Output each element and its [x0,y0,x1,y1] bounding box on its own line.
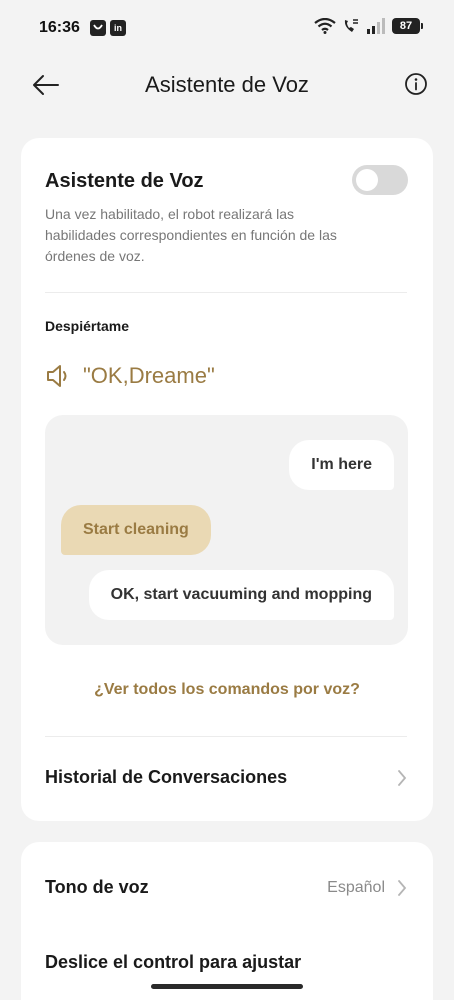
app-header: Asistente de Voz [0,58,454,114]
status-indicators: 87 [314,18,423,34]
info-button[interactable] [404,72,428,96]
voice-assistant-title: Asistente de Voz [45,170,204,192]
wake-phrase: "OK,Dreame" [83,363,215,388]
voice-tone-value: Español [327,879,385,896]
voice-assistant-card: Asistente de Voz Una vez habilitado, el … [21,138,433,821]
voice-tone-label: Tono de voz [45,877,149,897]
status-bar: 16:36 in 87 [0,0,454,58]
notification-app-icon [90,20,106,36]
wake-label: Despiértame [45,318,130,334]
conversation-history-row[interactable]: Historial de Conversaciones [21,748,433,808]
voice-assistant-toggle[interactable] [352,165,408,195]
divider [45,736,407,737]
toggle-knob [356,169,378,191]
linkedin-icon: in [110,20,126,36]
info-icon [405,73,427,95]
voice-assistant-description: Una vez habilitado, el robot realizará l… [45,206,337,264]
wake-phrase-row: "OK,Dreame" [45,363,215,389]
chat-example: I'm here Start cleaning OK, start vacuum… [45,415,408,645]
slide-control-label: Deslice el control para ajustar [45,952,302,972]
battery-icon: 87 [392,18,423,34]
chevron-right-icon [398,770,407,786]
chevron-right-icon [398,880,407,896]
home-indicator[interactable] [151,984,303,989]
voice-settings-card: Tono de voz Español Deslice el control p… [21,842,433,1000]
status-time: 16:36 [39,19,80,36]
conversation-history-label: Historial de Conversaciones [45,767,288,787]
robot-reply-bubble: OK, start vacuuming and mopping [88,570,394,620]
screen: 16:36 in 87 Asistente de Voz Asistente d… [0,0,454,1000]
speaker-icon [47,365,67,387]
wifi-icon [314,18,336,34]
robot-reply-bubble: I'm here [289,440,394,490]
voice-tone-row[interactable]: Tono de voz Español [21,860,433,916]
wifi-call-icon [344,19,358,32]
user-command-bubble: Start cleaning [61,505,211,555]
signal-icon [367,18,385,34]
divider [45,292,407,293]
page-title: Asistente de Voz [145,72,309,97]
view-all-commands-link[interactable]: ¿Ver todos los comandos por voz? [21,681,433,699]
